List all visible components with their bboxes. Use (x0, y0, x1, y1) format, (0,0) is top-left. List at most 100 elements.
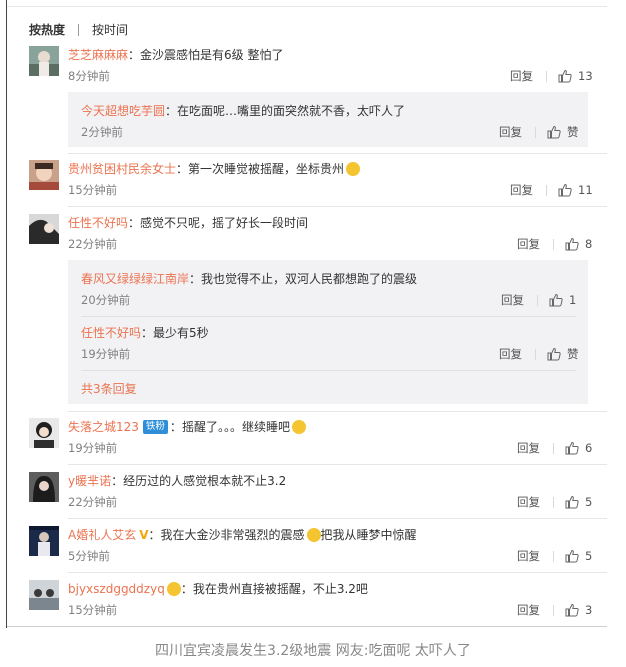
comment-username[interactable]: 任性不好吗 (68, 214, 128, 231)
like-count[interactable]: 3 (585, 603, 592, 617)
reply-button[interactable]: 回复 (517, 440, 540, 456)
reply-text: 我也觉得不止，双河人民都想跑了的震级 (201, 272, 418, 286)
reply-divider (81, 370, 576, 371)
comment-time: 15分钟前 (68, 183, 118, 197)
action-separator (553, 442, 554, 454)
comment-username[interactable]: A婚礼人艾玄 (68, 526, 136, 543)
comment-divider (68, 572, 607, 573)
comment-actions: 回复 8 (517, 236, 592, 252)
reply-actions: 回复 赞 (499, 124, 579, 140)
like-count[interactable]: 5 (585, 495, 592, 509)
action-separator (553, 550, 554, 562)
like-count[interactable]: 1 (569, 293, 576, 307)
thumbs-up-icon[interactable] (565, 603, 579, 617)
reply-actions: 回复 1 (501, 292, 576, 308)
comment-text: 摇醒了。。。继续睡吧 (181, 420, 290, 434)
sub-reply-box: 今天超想吃芋圆：在吃面呢…嘴里的面突然就不香，太吓人了 2分钟前 回复 赞 (68, 92, 588, 147)
reply-actions: 回复 赞 (499, 346, 579, 362)
sort-separator (78, 23, 80, 36)
comment-text-continued: 把我从睡梦中惊醒 (320, 528, 417, 542)
comment-text: 我在大金沙非常强烈的震感 (160, 528, 305, 542)
avatar[interactable] (29, 214, 59, 244)
avatar[interactable] (29, 526, 59, 556)
thumbs-up-icon[interactable] (565, 549, 579, 563)
action-separator (553, 496, 554, 508)
reply-button[interactable]: 回复 (510, 68, 533, 84)
comment-divider (68, 206, 607, 207)
fan-badge: 铁粉 (142, 419, 168, 434)
reply-button[interactable]: 回复 (499, 124, 522, 140)
reply-button[interactable]: 回复 (517, 494, 540, 510)
like-label[interactable]: 赞 (567, 124, 579, 140)
avatar[interactable] (29, 472, 59, 502)
comment-actions: 回复 13 (510, 68, 593, 84)
reply-username[interactable]: 今天超想吃芋圆 (81, 102, 165, 119)
top-divider (7, 6, 607, 7)
avatar[interactable] (29, 46, 59, 76)
thumbs-up-icon[interactable] (549, 293, 563, 307)
reply-divider (81, 316, 576, 317)
more-replies-link[interactable]: 共3条回复 (81, 380, 137, 397)
reply-text: 最少有5秒 (153, 326, 209, 340)
comment-text: 感觉不只呢，摇了好长一段时间 (140, 216, 309, 230)
comment-divider (68, 464, 607, 465)
thumbs-up-icon[interactable] (558, 183, 572, 197)
comment-username[interactable]: 芝芝麻麻麻 (68, 46, 128, 63)
like-count[interactable]: 8 (585, 237, 592, 251)
action-separator (553, 238, 554, 250)
avatar[interactable] (29, 580, 59, 610)
thumbs-up-icon[interactable] (565, 495, 579, 509)
comment-actions: 回复 6 (517, 440, 592, 456)
comment-username[interactable]: y暖芈诺 (68, 472, 111, 489)
comment-text: 经历过的人感觉根本就不止3.2 (123, 474, 287, 488)
reply-button[interactable]: 回复 (501, 292, 524, 308)
thumbs-up-icon[interactable] (558, 69, 572, 83)
image-caption: 四川宜宾凌晨发生3.2级地震 网友:吃面呢 太吓人了 (155, 643, 471, 659)
comment-time: 19分钟前 (68, 441, 118, 455)
thumbs-up-icon[interactable] (565, 441, 579, 455)
action-separator (535, 348, 536, 360)
like-count[interactable]: 6 (585, 441, 592, 455)
avatar[interactable] (29, 418, 59, 448)
action-separator (546, 184, 547, 196)
comment-username[interactable]: 贵州贫困村民余女士 (68, 160, 176, 177)
comment-panel: 按热度 按时间 芝芝麻麻麻：金沙震感怕是有6级 整怕了 8分钟前 回复 13 今… (6, 0, 607, 628)
comment-divider (68, 153, 607, 154)
comment-actions: 回复 5 (517, 548, 592, 564)
comment-time: 5分钟前 (68, 549, 110, 563)
reply-button[interactable]: 回复 (499, 346, 522, 362)
like-count[interactable]: 11 (578, 183, 593, 197)
comment-username[interactable]: 失落之城123 (68, 418, 139, 435)
heart-eyes-emoji-icon (166, 581, 181, 596)
comment-actions: 回复 11 (510, 182, 593, 198)
action-separator (535, 126, 536, 138)
comment-text: 我在贵州直接被摇醒，不止3.2吧 (192, 582, 368, 596)
sort-by-hot-tab[interactable]: 按热度 (29, 21, 65, 38)
comment-actions: 回复 3 (517, 602, 592, 618)
thumbs-up-icon[interactable] (547, 125, 561, 139)
reply-time: 19分钟前 (81, 347, 131, 361)
like-count[interactable]: 13 (578, 69, 593, 83)
reply-username[interactable]: 任性不好吗 (81, 324, 141, 341)
like-count[interactable]: 5 (585, 549, 592, 563)
thumbs-up-icon[interactable] (565, 237, 579, 251)
sweat-emoji-icon (346, 161, 361, 176)
reply-button[interactable]: 回复 (517, 548, 540, 564)
action-separator (553, 604, 554, 616)
comment-actions: 回复 5 (517, 494, 592, 510)
avatar[interactable] (29, 160, 59, 190)
reply-button[interactable]: 回复 (510, 182, 533, 198)
reply-text: 在吃面呢…嘴里的面突然就不香，太吓人了 (177, 104, 406, 118)
comment-text: 金沙震感怕是有6级 整怕了 (140, 48, 284, 62)
reply-button[interactable]: 回复 (517, 602, 540, 618)
like-label[interactable]: 赞 (567, 346, 579, 362)
reply-button[interactable]: 回复 (517, 236, 540, 252)
comment-text: 第一次睡觉被摇醒，坐标贵州 (188, 162, 345, 176)
scared-emoji-icon (306, 527, 321, 542)
comment-username[interactable]: bjyxszdggddzyq (68, 582, 165, 596)
action-separator (537, 294, 538, 306)
sort-by-time-tab[interactable]: 按时间 (92, 21, 128, 38)
thumbs-up-icon[interactable] (547, 347, 561, 361)
comment-divider (68, 518, 607, 519)
reply-username[interactable]: 春风又绿绿绿江南岸 (81, 270, 189, 287)
